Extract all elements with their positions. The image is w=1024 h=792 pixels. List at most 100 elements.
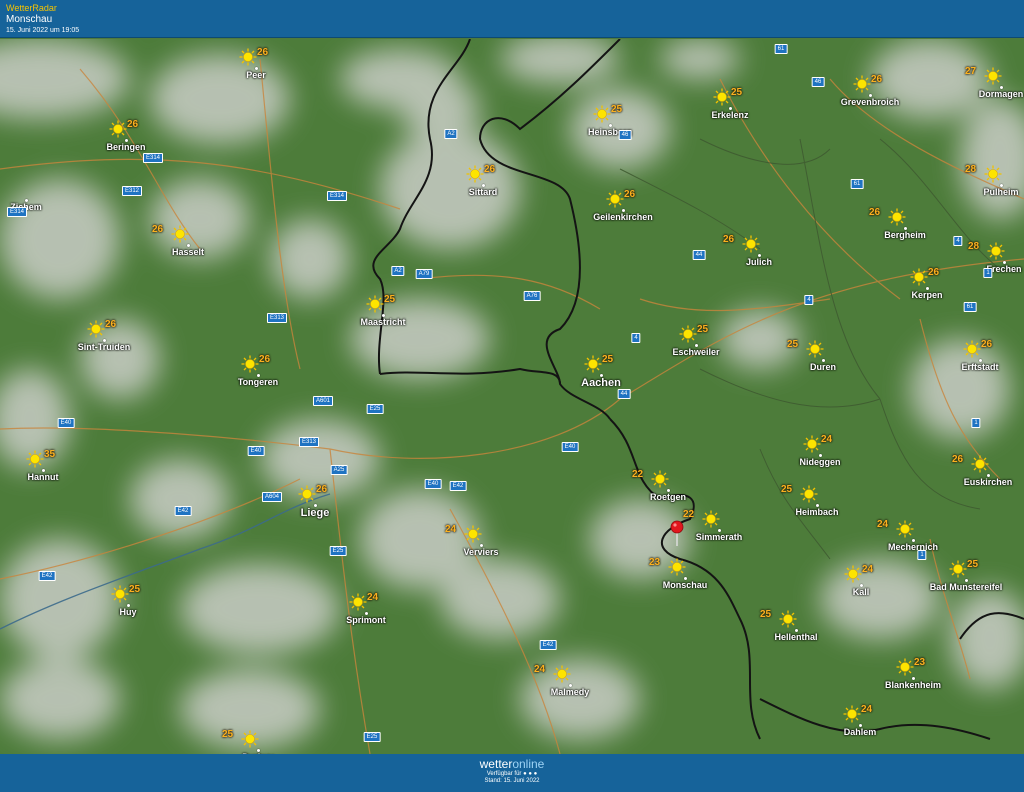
road-number-badge: 1 xyxy=(983,268,993,278)
brand-logo[interactable]: wetteronline xyxy=(0,757,1024,771)
sun-icon xyxy=(651,470,669,488)
sun-icon xyxy=(896,520,914,538)
road-number-badge: 4 xyxy=(953,236,963,246)
city-temperature: 26 xyxy=(981,339,993,350)
road-number-badge: E40 xyxy=(424,479,442,489)
city-temperature: 25 xyxy=(129,584,141,595)
sun-icon xyxy=(853,75,871,93)
city-label[interactable]: Beringen xyxy=(106,142,145,152)
city-label[interactable]: Roetgen xyxy=(650,492,686,502)
city-label[interactable]: Pulheim xyxy=(983,187,1018,197)
city-label[interactable]: Grevenbroich xyxy=(841,97,900,107)
road-number-badge: 61 xyxy=(963,302,977,312)
city-label[interactable]: Verviers xyxy=(463,547,498,557)
sun-icon xyxy=(806,340,824,358)
sun-icon xyxy=(87,320,105,338)
city-temperature: 26 xyxy=(152,224,164,235)
city-temperature: 24 xyxy=(821,434,833,445)
city-label[interactable]: Erkelenz xyxy=(711,110,748,120)
city-temperature: 26 xyxy=(316,484,328,495)
availability-text: Verfügbar für ● ● ● xyxy=(486,771,538,777)
city-label[interactable]: Blankenheim xyxy=(885,680,941,690)
app-title: WetterRadar xyxy=(6,3,57,13)
road-number-badge: E312 xyxy=(121,186,143,196)
city-label[interactable]: Dormagen xyxy=(979,89,1024,99)
sun-icon xyxy=(668,558,686,576)
city-temperature: 26 xyxy=(869,207,881,218)
road-number-badge: 4 xyxy=(631,333,641,343)
city-label[interactable]: Malmedy xyxy=(551,687,590,697)
road-number-badge: 4 xyxy=(804,295,814,305)
location-pin-icon[interactable] xyxy=(670,520,684,546)
app-footer: wetteronline Verfügbar für ● ● ● Stand: … xyxy=(0,754,1024,792)
road-number-badge: E25 xyxy=(329,546,347,556)
city-label[interactable]: Julich xyxy=(746,257,772,267)
road-number-badge: A2 xyxy=(391,266,405,276)
weather-map[interactable]: 26Peer26BeringenZichem26Hasselt26Sint-Tr… xyxy=(0,39,1024,754)
city-label[interactable]: Bad Munstereifel xyxy=(930,582,1003,592)
road-number-badge: 1 xyxy=(917,550,927,560)
city-label[interactable]: Sittard xyxy=(469,187,498,197)
city-label[interactable]: Hasselt xyxy=(172,247,204,257)
city-label[interactable]: Kerpen xyxy=(911,290,942,300)
city-temperature: 24 xyxy=(862,564,874,575)
city-temperature: 25 xyxy=(697,324,709,335)
city-label[interactable]: Duren xyxy=(810,362,836,372)
road-number-badge: A604 xyxy=(261,492,283,502)
sun-icon xyxy=(800,485,818,503)
location-title: Monschau xyxy=(6,14,53,25)
city-temperature: 26 xyxy=(723,234,735,245)
city-label[interactable]: Aachen xyxy=(581,377,621,389)
road-number-badge: E314 xyxy=(6,207,28,217)
road-number-badge: 44 xyxy=(617,389,631,399)
road-number-badge: E40 xyxy=(57,418,75,428)
road-number-badge: 44 xyxy=(692,250,706,260)
city-label[interactable]: Peer xyxy=(246,70,266,80)
sun-icon xyxy=(984,165,1002,183)
city-temperature: 26 xyxy=(871,74,883,85)
city-label[interactable]: Dahlem xyxy=(844,727,877,737)
city-temperature: 26 xyxy=(624,189,636,200)
city-temperature: 24 xyxy=(534,664,546,675)
city-temperature: 23 xyxy=(914,657,926,668)
city-label[interactable]: Kall xyxy=(853,587,870,597)
city-label[interactable]: Monschau xyxy=(663,580,708,590)
city-label[interactable]: Geilenkirchen xyxy=(593,212,653,222)
sun-icon xyxy=(584,355,602,373)
road-number-badge: E42 xyxy=(174,506,192,516)
road-number-badge: 46 xyxy=(618,130,632,140)
road-number-badge: E42 xyxy=(539,640,557,650)
city-label[interactable]: Simmerath xyxy=(696,532,743,542)
city-label[interactable]: Huy xyxy=(119,607,136,617)
city-label[interactable]: Hellenthal xyxy=(774,632,817,642)
city-label[interactable]: Euskirchen xyxy=(964,477,1013,487)
road-number-badge: A76 xyxy=(523,291,541,301)
city-temperature: 24 xyxy=(861,704,873,715)
city-label[interactable]: Mechernich xyxy=(888,542,938,552)
road-number-badge: 61 xyxy=(774,44,788,54)
city-label[interactable]: Erftstadt xyxy=(961,362,998,372)
city-temperature: 28 xyxy=(965,164,977,175)
road-number-badge: 1 xyxy=(971,418,981,428)
sun-icon xyxy=(713,88,731,106)
sun-icon xyxy=(26,450,44,468)
city-temperature: 25 xyxy=(781,484,793,495)
city-label[interactable]: Heimbach xyxy=(795,507,838,517)
city-label[interactable]: Hannut xyxy=(28,472,59,482)
sun-icon xyxy=(779,610,797,628)
road-number-badge: A601 xyxy=(312,396,334,406)
city-label[interactable]: Nideggen xyxy=(799,457,840,467)
city-label[interactable]: Maastricht xyxy=(360,317,405,327)
city-label[interactable]: Tongeren xyxy=(238,377,278,387)
brand-part-1: wetter xyxy=(479,757,513,771)
city-temperature: 22 xyxy=(683,509,695,520)
city-temperature: 24 xyxy=(367,592,379,603)
city-label[interactable]: Liege xyxy=(301,507,330,519)
city-label[interactable]: Sint-Truiden xyxy=(78,342,131,352)
city-label[interactable]: Bergheim xyxy=(884,230,926,240)
city-temperature: 28 xyxy=(968,241,980,252)
app-header: WetterRadar Monschau 15. Juni 2022 um 19… xyxy=(0,0,1024,38)
city-temperature: 26 xyxy=(105,319,117,330)
city-label[interactable]: Eschweiler xyxy=(672,347,719,357)
city-label[interactable]: Sprimont xyxy=(346,615,386,625)
